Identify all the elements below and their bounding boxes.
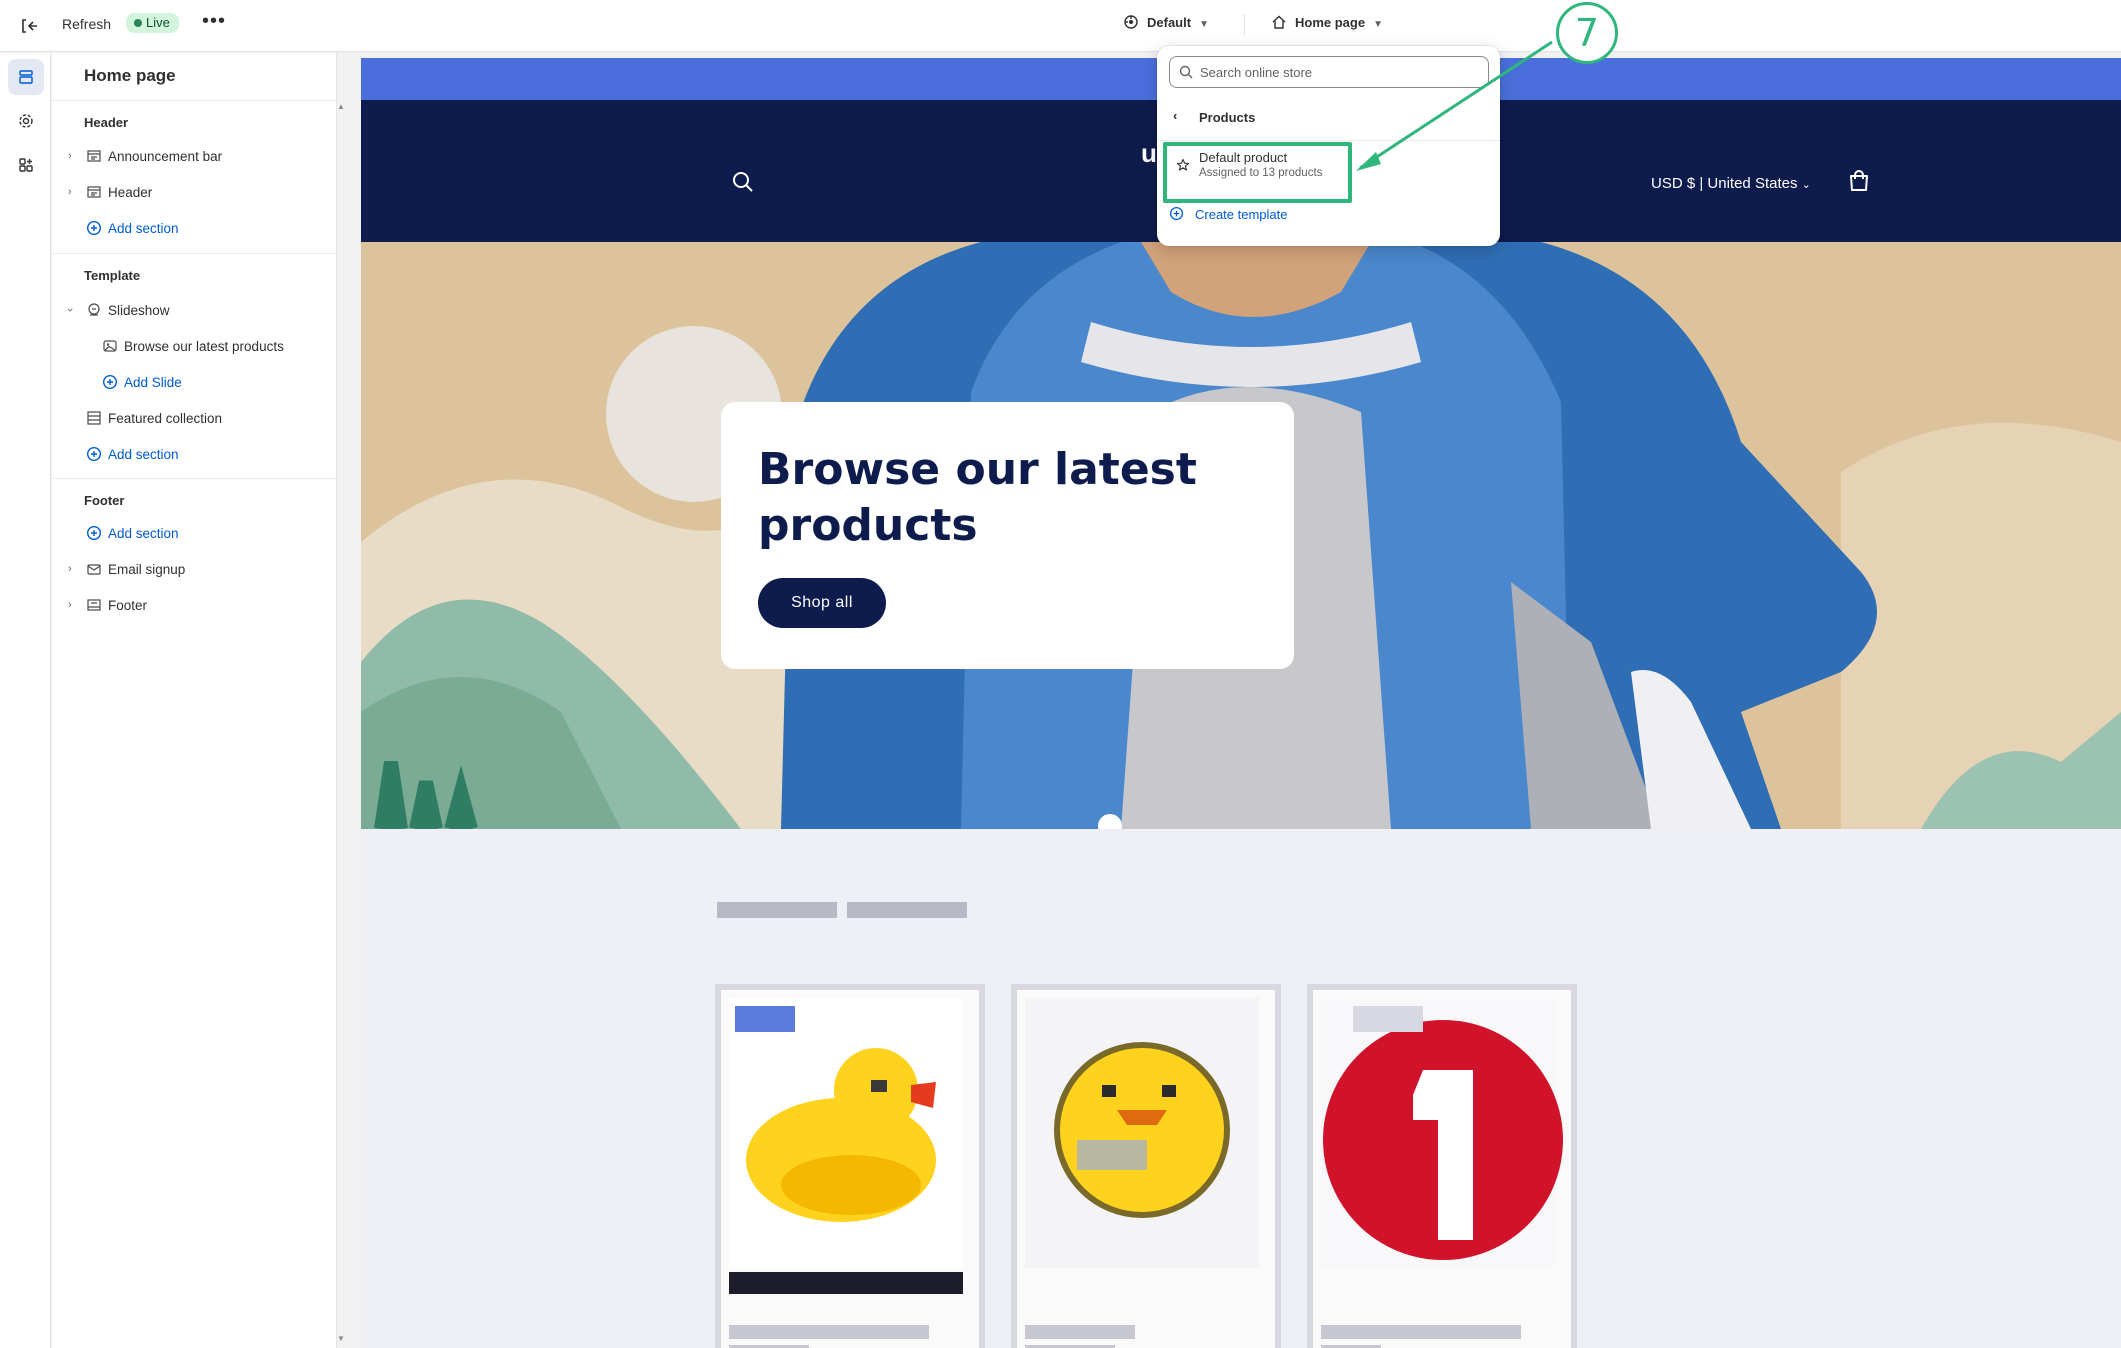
- chevron-down-icon: ▼: [1199, 19, 1209, 30]
- plus-circle-icon: [86, 525, 102, 541]
- shop-all-button[interactable]: Shop all: [758, 578, 886, 628]
- chevron-right-icon[interactable]: ›: [68, 563, 72, 575]
- section-label: Slideshow: [108, 302, 170, 318]
- chevron-down-icon: ⌄: [1801, 179, 1811, 191]
- theme-selector[interactable]: Default ▼: [1123, 14, 1209, 30]
- section-label: Announcement bar: [108, 148, 223, 164]
- section-slideshow[interactable]: › Slideshow: [52, 294, 337, 326]
- featured-collection-preview[interactable]: [697, 886, 1597, 1348]
- layout-icon: [86, 597, 102, 613]
- home-icon: [1271, 14, 1287, 30]
- add-slide-button[interactable]: Add Slide: [52, 366, 337, 398]
- section-label: Header: [108, 184, 153, 200]
- add-section-header[interactable]: Add section: [52, 212, 337, 244]
- divider: [52, 478, 337, 479]
- email-icon: [86, 561, 102, 577]
- collection-icon: [86, 410, 102, 426]
- section-label: Footer: [108, 597, 148, 613]
- more-actions-button[interactable]: •••: [202, 10, 226, 33]
- currency-selector[interactable]: USD $ | United States ⌄: [1651, 175, 1811, 192]
- layout-icon: [86, 184, 102, 200]
- highlight-box: [1163, 142, 1352, 203]
- gear-icon[interactable]: [8, 103, 44, 139]
- back-label: Products: [1199, 110, 1256, 125]
- search-icon: [1179, 65, 1193, 82]
- add-section-label: Add section: [108, 220, 179, 236]
- chevron-down-icon[interactable]: ›: [64, 308, 76, 312]
- add-slide-label: Add Slide: [124, 374, 182, 390]
- block-label: Browse our latest products: [124, 338, 284, 354]
- cart-icon[interactable]: [1846, 168, 1872, 199]
- badge-product-image: [1321, 998, 1563, 1348]
- editor-rail: [0, 53, 51, 1348]
- search-icon[interactable]: [731, 170, 755, 199]
- store-logo[interactable]: u: [1141, 138, 1157, 169]
- section-header[interactable]: › Header: [52, 176, 337, 208]
- add-section-label: Add section: [108, 446, 179, 462]
- plus-circle-icon: [86, 446, 102, 462]
- section-label: Featured collection: [108, 410, 223, 426]
- chick-product-image: [1025, 998, 1259, 1348]
- sections-icon[interactable]: [8, 59, 44, 95]
- sidebar-title: Home page: [84, 66, 176, 85]
- slideshow-icon: [86, 302, 102, 318]
- currency-label: USD $ | United States: [1651, 175, 1798, 192]
- product-card[interactable]: [1307, 984, 1577, 1348]
- theme-selector-label: Default: [1147, 15, 1192, 30]
- scroll-down-arrow[interactable]: ▼: [337, 1334, 345, 1343]
- section-label: Email signup: [108, 561, 186, 577]
- plus-circle-icon: [102, 374, 118, 390]
- page-selector[interactable]: Home page ▼: [1271, 14, 1383, 30]
- product-card[interactable]: [1011, 984, 1281, 1348]
- layout-icon: [86, 148, 102, 164]
- step-number-badge: 7: [1556, 2, 1618, 64]
- chevron-down-icon: ▼: [1373, 19, 1383, 30]
- chevron-right-icon[interactable]: ›: [68, 186, 72, 198]
- group-title-template: Template: [84, 268, 141, 283]
- sections-sidebar: Home page Header › Announcement bar › He…: [52, 53, 337, 1348]
- scroll-up-arrow[interactable]: ▲: [337, 102, 345, 111]
- hero-heading: Browse our latest products: [758, 444, 1197, 551]
- image-icon: [102, 338, 118, 354]
- hero-text-card: Browse our latest products Shop all: [721, 402, 1294, 669]
- section-footer[interactable]: › Footer: [52, 589, 337, 621]
- add-section-footer[interactable]: Add section: [52, 517, 337, 549]
- add-section-template[interactable]: Add section: [52, 438, 337, 470]
- plus-circle-icon: [86, 220, 102, 236]
- page-selector-label: Home page: [1295, 15, 1366, 30]
- annotation-arrow: [1356, 40, 1553, 171]
- apps-icon[interactable]: [8, 147, 44, 183]
- topbar-divider: [1244, 14, 1245, 36]
- plus-circle-icon: [1169, 206, 1184, 224]
- duck-product-image: [729, 998, 963, 1348]
- divider: [52, 253, 337, 254]
- chevron-right-icon[interactable]: ›: [68, 150, 72, 162]
- store-preview[interactable]: u USD $ | United States ⌄ Browse our lat…: [361, 58, 2121, 1348]
- group-title-footer: Footer: [84, 493, 125, 508]
- group-title-header: Header: [84, 115, 129, 130]
- divider: [52, 100, 337, 101]
- block-slide[interactable]: Browse our latest products: [52, 330, 337, 362]
- create-template-label: Create template: [1195, 207, 1288, 222]
- section-featured-collection[interactable]: Featured collection: [52, 402, 337, 434]
- slideshow-hero[interactable]: Browse our latest products Shop all: [361, 242, 2121, 829]
- exit-icon[interactable]: [16, 13, 42, 39]
- section-email-signup[interactable]: › Email signup: [52, 553, 337, 585]
- collection-heading-blurred: [717, 902, 967, 918]
- refresh-button[interactable]: Refresh: [62, 16, 111, 32]
- add-section-label: Add section: [108, 525, 179, 541]
- editor-topbar: Refresh Live ••• Default ▼ Home page ▼: [0, 0, 2121, 52]
- section-announcement-bar[interactable]: › Announcement bar: [52, 140, 337, 172]
- theme-icon: [1123, 14, 1139, 30]
- chevron-left-icon: ‹: [1173, 108, 1178, 123]
- live-badge: Live: [126, 13, 179, 33]
- chevron-right-icon[interactable]: ›: [68, 599, 72, 611]
- product-card[interactable]: [715, 984, 985, 1348]
